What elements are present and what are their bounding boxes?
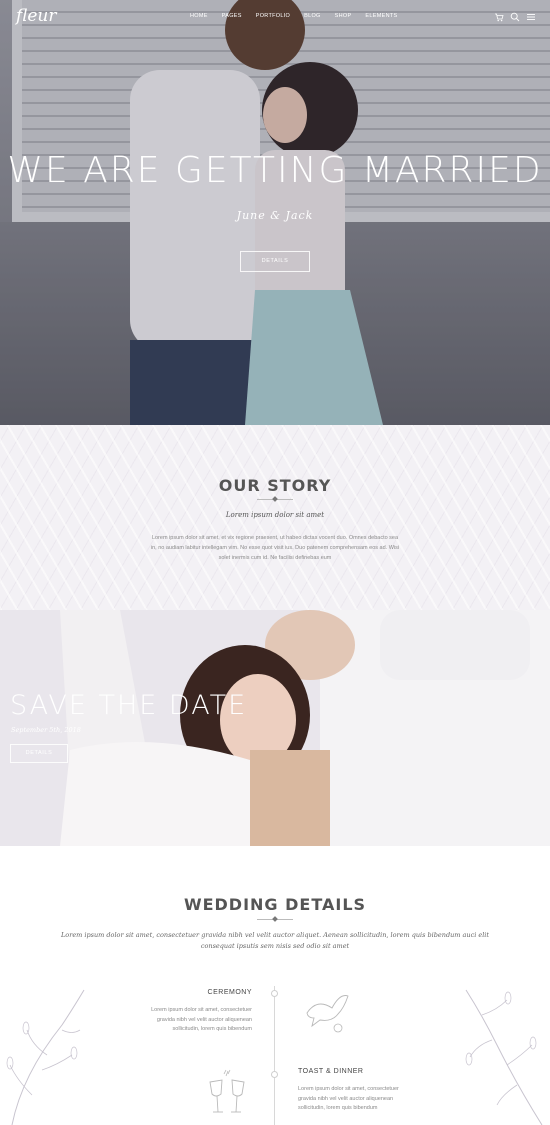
floral-branch-left-icon (6, 989, 85, 1125)
toast-dinner-title: TOAST & DINNER (298, 1068, 364, 1075)
save-the-date-title: SAVE THE DATE (10, 690, 248, 721)
wedding-details-subtitle: Lorem ipsum dolor sit amet, consectetuer… (60, 931, 489, 950)
ceremony-title: CEREMONY (207, 989, 252, 996)
menu-item-blog[interactable]: BLOG (304, 13, 320, 19)
cart-icon[interactable] (494, 9, 504, 22)
details-timeline (274, 986, 275, 1125)
champagne-glasses-icon (209, 1069, 245, 1113)
site-logo[interactable]: fleur (16, 6, 56, 26)
hamburger-menu-icon[interactable] (526, 9, 536, 20)
save-the-date-details-button[interactable]: DETAILS (10, 744, 68, 763)
main-menu: HOME PAGES PORTFOLIO BLOG SHOP ELEMENTS (190, 13, 397, 19)
dove-icon (306, 995, 349, 1033)
hero-names: June & Jack (236, 209, 314, 222)
timeline-dot-ceremony (271, 990, 278, 997)
menu-item-pages[interactable]: PAGES (222, 13, 242, 19)
menu-item-portfolio[interactable]: PORTFOLIO (256, 13, 290, 19)
hero-details-button[interactable]: DETAILS (240, 251, 310, 272)
save-the-date-section (0, 610, 550, 846)
menu-item-elements[interactable]: ELEMENTS (365, 13, 397, 19)
our-story-body: Lorem ipsum dolor sit amet, et vix regio… (150, 535, 400, 561)
story-divider (257, 497, 293, 503)
save-the-date-date: September 5th, 2018 (11, 726, 81, 734)
ceremony-body: Lorem ipsum dolor sit amet, consectetuer… (151, 1007, 252, 1032)
top-navigation: fleur HOME PAGES PORTFOLIO BLOG SHOP ELE… (0, 0, 550, 32)
hero-section: fleur HOME PAGES PORTFOLIO BLOG SHOP ELE… (0, 0, 550, 425)
menu-item-shop[interactable]: SHOP (335, 13, 352, 19)
details-divider (257, 917, 293, 923)
timeline-dot-toast (271, 1071, 278, 1078)
save-the-date-photo (0, 610, 550, 846)
search-icon[interactable] (510, 9, 520, 22)
nav-icons (494, 9, 536, 22)
our-story-title: OUR STORY (218, 476, 332, 495)
menu-item-home[interactable]: HOME (190, 13, 208, 19)
our-story-subtitle: Lorem ipsum dolor sit amet (225, 511, 325, 519)
wedding-details-title: WEDDING DETAILS (183, 895, 367, 914)
floral-branch-right-icon (465, 989, 543, 1125)
hero-title: WE ARE GETTING MARRIED (7, 150, 543, 191)
toast-dinner-body: Lorem ipsum dolor sit amet, consectetuer… (298, 1086, 399, 1111)
